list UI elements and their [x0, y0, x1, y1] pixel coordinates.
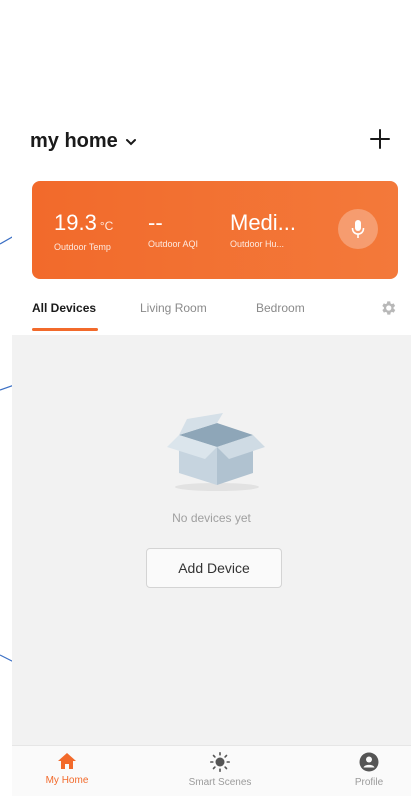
aqi-label: Outdoor AQI	[148, 239, 199, 249]
nav-profile[interactable]: Profile	[324, 752, 411, 788]
nav-smart-scenes[interactable]: Smart Scenes	[175, 752, 265, 788]
room-tabs: All Devices Living Room Bedroom	[12, 295, 411, 335]
nav-label-profile: Profile	[354, 777, 384, 788]
app-screen: my home 19.3 °C Outdoor Temp -- Outdoor A…	[12, 0, 411, 796]
add-button[interactable]	[363, 122, 397, 156]
temp-label: Outdoor Temp	[54, 242, 111, 252]
active-tab-indicator	[32, 328, 98, 331]
humidity-block: Medi... Outdoor Hu...	[230, 210, 297, 250]
voice-button[interactable]	[338, 209, 378, 249]
room-settings-button[interactable]	[379, 299, 397, 322]
gear-icon	[382, 301, 396, 315]
empty-box-icon	[167, 413, 265, 491]
device-list-area: No devices yet Add Device	[12, 335, 411, 745]
chevron-down-icon	[125, 138, 136, 145]
bottom-navigation: My Home Smart Scenes Profile	[12, 745, 411, 796]
home-selector[interactable]: my home	[30, 130, 138, 153]
tab-bedroom[interactable]: Bedroom	[256, 301, 305, 315]
humidity-value: Medi...	[230, 210, 297, 235]
temp-unit: °C	[99, 219, 114, 233]
nav-my-home[interactable]: My Home	[22, 752, 112, 786]
header: my home	[12, 118, 411, 168]
microphone-icon	[351, 220, 365, 238]
home-icon	[58, 753, 76, 769]
tab-living-room[interactable]: Living Room	[140, 301, 207, 315]
aqi-block: -- Outdoor AQI	[148, 210, 199, 250]
temp-block: 19.3 °C Outdoor Temp	[54, 210, 114, 253]
temp-value: 19.3	[54, 210, 97, 235]
empty-state-message: No devices yet	[172, 511, 251, 525]
add-device-button[interactable]: Add Device	[146, 548, 282, 588]
plus-icon	[370, 129, 390, 149]
tab-all-devices[interactable]: All Devices	[32, 301, 96, 315]
sun-icon	[210, 752, 230, 772]
home-name: my home	[30, 130, 118, 152]
weather-card[interactable]: 19.3 °C Outdoor Temp -- Outdoor AQI Medi.…	[32, 181, 398, 279]
humidity-label: Outdoor Hu...	[230, 239, 285, 249]
aqi-value: --	[148, 210, 163, 235]
nav-label-smart-scenes: Smart Scenes	[188, 777, 252, 788]
nav-label-my-home: My Home	[45, 775, 89, 786]
profile-icon	[359, 752, 379, 772]
